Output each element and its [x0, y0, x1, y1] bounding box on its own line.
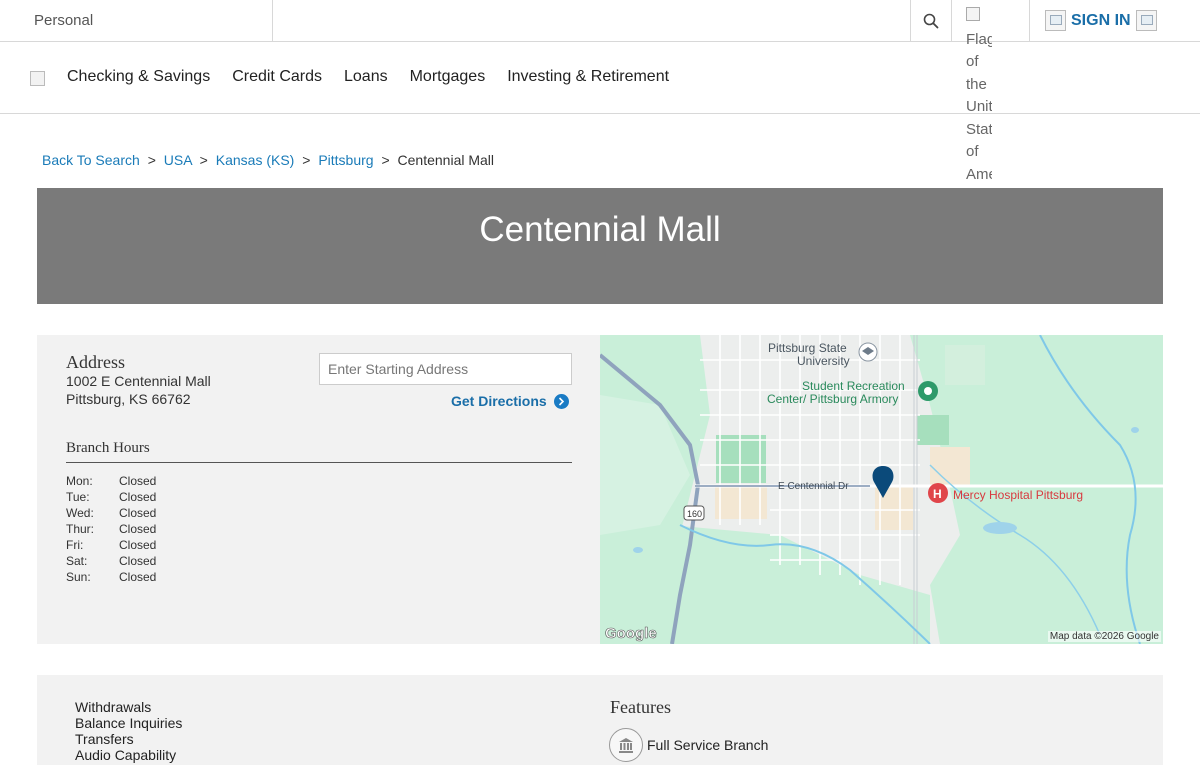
service-item: Transfers — [75, 731, 134, 747]
flag-alt-word: States — [966, 120, 992, 138]
svg-text:H: H — [933, 487, 942, 501]
bank-logo-icon[interactable] — [30, 71, 45, 86]
hours-day: Tue: — [66, 490, 90, 504]
branch-hero-banner: Centennial Mall — [37, 188, 1163, 304]
hours-row: Tue: Closed — [66, 489, 156, 505]
feature-label: Full Service Branch — [647, 737, 769, 753]
hours-row: Thur: Closed — [66, 521, 156, 537]
hours-status: Closed — [119, 506, 157, 520]
hours-status: Closed — [119, 522, 157, 536]
map-label-rec-center-line2: Center/ Pittsburg Armory — [767, 392, 898, 406]
page-title: Centennial Mall — [479, 210, 721, 249]
top-utility-bar: Personal SIGN IN — [0, 0, 1200, 42]
features-heading: Features — [610, 697, 671, 717]
flag-alt-word: of — [966, 53, 979, 70]
hours-status: Closed — [119, 490, 157, 504]
hours-status: Closed — [119, 538, 157, 552]
nav-investing-retirement[interactable]: Investing & Retirement — [507, 68, 669, 86]
breadcrumb-separator: > — [381, 152, 390, 168]
service-item: Withdrawals — [75, 699, 152, 715]
breadcrumb-current: Centennial Mall — [397, 152, 495, 168]
breadcrumb: Back To Search > USA > Kansas (KS) > Pit… — [42, 152, 494, 168]
branch-info-panel: Address 1002 E Centennial Mall Pittsburg… — [37, 335, 600, 644]
hours-row: Fri: Closed — [66, 537, 156, 553]
map-label-university-line2: University — [797, 354, 850, 368]
main-navigation: Checking & Savings Credit Cards Loans Mo… — [0, 42, 1200, 114]
nav-checking-savings[interactable]: Checking & Savings — [67, 68, 210, 86]
services-list: Withdrawals Balance Inquiries Transfers … — [75, 699, 182, 763]
map-canvas[interactable]: Pittsburg State University Student Recre… — [600, 335, 1163, 644]
search-icon — [923, 13, 939, 29]
sign-in-button[interactable]: SIGN IN — [1045, 10, 1157, 31]
flag-icon — [966, 7, 980, 21]
nav-credit-cards[interactable]: Credit Cards — [232, 68, 322, 86]
hours-status: Closed — [119, 474, 157, 488]
hours-day: Sun: — [66, 570, 91, 584]
address-heading: Address — [66, 352, 125, 372]
map-attribution[interactable]: Map data ©2026 Google — [1047, 631, 1161, 642]
flag-alt-word: United — [966, 98, 992, 115]
lock-icon — [1135, 10, 1157, 31]
branch-location-map[interactable]: Pittsburg State University Student Recre… — [600, 335, 1163, 644]
search-button[interactable] — [910, 0, 952, 42]
feature-item: Full Service Branch — [609, 728, 768, 762]
hours-row: Sun: Closed — [66, 569, 156, 585]
hours-row: Wed: Closed — [66, 505, 156, 521]
nav-loans[interactable]: Loans — [344, 68, 388, 86]
breadcrumb-separator: > — [302, 152, 311, 168]
address-line-1: 1002 E Centennial Mall — [66, 373, 211, 389]
sign-in-label: SIGN IN — [1071, 11, 1131, 29]
service-item: Balance Inquiries — [75, 715, 183, 731]
address-line-2: Pittsburg, KS 66762 — [66, 391, 191, 407]
hours-table: Mon: Closed Tue: Closed Wed: Closed Thur: Cl… — [66, 473, 156, 585]
hours-row: Mon: Closed — [66, 473, 156, 489]
map-label-street: E Centennial Dr — [778, 481, 849, 492]
flag-alt-word: of — [966, 143, 979, 160]
flag-image-alt-text[interactable]: Flag of the United States of America — [966, 6, 992, 186]
breadcrumb-country[interactable]: USA — [164, 152, 192, 168]
user-icon — [1045, 10, 1066, 31]
hours-day: Wed: — [66, 506, 94, 520]
hours-day: Thur: — [66, 522, 95, 536]
map-label-highway: 160 — [687, 509, 702, 519]
service-item: Audio Capability — [75, 747, 177, 763]
hours-row: Sat: Closed — [66, 553, 156, 569]
get-directions-label: Get Directions — [451, 393, 547, 409]
hours-status: Closed — [119, 554, 157, 568]
breadcrumb-back-to-search[interactable]: Back To Search — [42, 152, 140, 168]
branch-hours-heading: Branch Hours — [66, 440, 572, 463]
flag-alt-word: America — [966, 165, 992, 183]
starting-address-input[interactable] — [319, 353, 572, 385]
hours-day: Sat: — [66, 554, 88, 568]
flag-alt-word: Flag — [966, 30, 992, 48]
map-label-hospital: Mercy Hospital Pittsburg — [953, 488, 1083, 502]
google-logo: Google — [605, 625, 657, 642]
hours-day: Fri: — [66, 538, 84, 552]
hours-status: Closed — [119, 570, 157, 584]
breadcrumb-city[interactable]: Pittsburg — [318, 152, 373, 168]
map-label-university: Pittsburg State — [768, 341, 847, 355]
flag-alt-word: the — [966, 75, 987, 93]
bank-building-icon — [609, 728, 643, 762]
breadcrumb-state[interactable]: Kansas (KS) — [216, 152, 295, 168]
personal-tab[interactable]: Personal — [0, 0, 273, 42]
chevron-right-icon — [553, 393, 569, 409]
services-features-panel: Withdrawals Balance Inquiries Transfers … — [37, 675, 1163, 765]
hours-day: Mon: — [66, 474, 93, 488]
nav-mortgages[interactable]: Mortgages — [410, 68, 486, 86]
get-directions-button[interactable]: Get Directions — [451, 393, 569, 409]
map-label-rec-center: Student Recreation — [802, 379, 905, 393]
breadcrumb-separator: > — [199, 152, 208, 168]
breadcrumb-separator: > — [147, 152, 156, 168]
